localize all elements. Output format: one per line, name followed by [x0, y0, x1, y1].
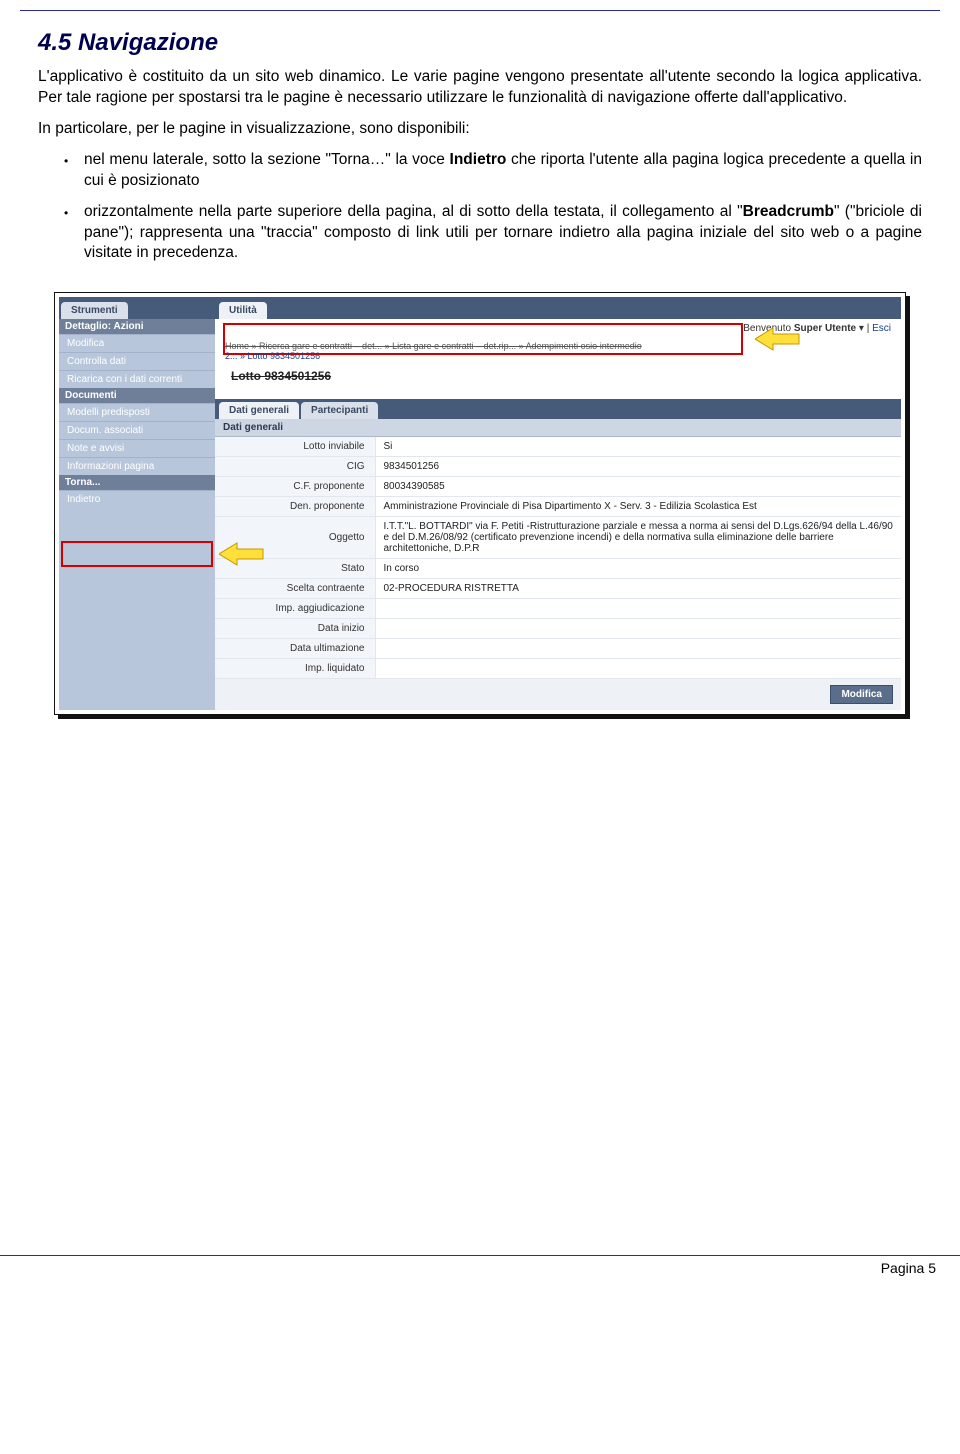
breadcrumb-line2-pre[interactable]: 2... »: [225, 351, 248, 361]
bullet2-bold: Breadcrumb: [743, 203, 834, 220]
row-value: Si: [375, 437, 901, 457]
sidebar-group-azioni: Dettaglio: Azioni: [59, 319, 215, 334]
row-value: In corso: [375, 559, 901, 579]
top-rule: [20, 10, 940, 11]
sidebar-item-indietro[interactable]: Indietro: [59, 490, 215, 508]
row-value: 9834501256: [375, 457, 901, 477]
table-row: Data ultimazione: [215, 639, 901, 659]
modify-row: Modifica: [215, 679, 901, 710]
row-label: C.F. proponente: [215, 477, 375, 497]
chevron-down-icon[interactable]: ▾: [859, 323, 864, 334]
row-value: [375, 639, 901, 659]
footer-label: Pagina: [881, 1260, 925, 1276]
row-label: Scelta contraente: [215, 579, 375, 599]
bullet-item-1: nel menu laterale, sotto la sezione "Tor…: [64, 150, 922, 192]
details-tbody: Lotto inviabileSi CIG9834501256 C.F. pro…: [215, 437, 901, 679]
row-value: Amministrazione Provinciale di Pisa Dipa…: [375, 497, 901, 517]
sidebar-item-ricarica[interactable]: Ricarica con i dati correnti: [59, 370, 215, 388]
logout-link[interactable]: Esci: [872, 323, 891, 334]
sidebar-item-docum[interactable]: Docum. associati: [59, 421, 215, 439]
bullet2-pre: orizzontalmente nella parte superiore de…: [84, 203, 743, 220]
table-row: Data inizio: [215, 619, 901, 639]
row-label: CIG: [215, 457, 375, 477]
row-value: I.T.T."L. BOTTARDI" via F. Petiti -Ristr…: [375, 517, 901, 559]
top-tab-utilita[interactable]: Utilità: [219, 302, 267, 319]
sidebar-item-controlla[interactable]: Controlla dati: [59, 352, 215, 370]
section-heading: 4.5 Navigazione: [38, 29, 922, 57]
lotto-title: Lotto 9834501256: [225, 369, 885, 383]
section-head-dati: Dati generali: [215, 419, 901, 437]
row-label: Den. proponente: [215, 497, 375, 517]
main-panel: Utilità Benvenuto Super Utente ▾ | Esci …: [215, 297, 901, 710]
table-row: C.F. proponente80034390585: [215, 477, 901, 497]
breadcrumb-current: Lotto 9834501256: [248, 351, 321, 361]
row-value: 02-PROCEDURA RISTRETTA: [375, 579, 901, 599]
breadcrumb[interactable]: Home » Ricerca gare e contratti – det...…: [219, 338, 891, 395]
sidebar-item-note[interactable]: Note e avvisi: [59, 439, 215, 457]
inner-tabs: Dati generali Partecipanti: [215, 399, 901, 419]
sidebar-item-modifica[interactable]: Modifica: [59, 334, 215, 352]
sidebar-group-torna: Torna...: [59, 475, 215, 490]
details-table: Lotto inviabileSi CIG9834501256 C.F. pro…: [215, 437, 901, 679]
sidebar-group-documenti: Documenti: [59, 388, 215, 403]
paragraph-2: In particolare, per le pagine in visuali…: [38, 119, 922, 140]
sidebar-item-info[interactable]: Informazioni pagina: [59, 457, 215, 475]
sidebar-item-modelli[interactable]: Modelli predisposti: [59, 403, 215, 421]
table-row: Den. proponenteAmministrazione Provincia…: [215, 497, 901, 517]
userbar-username: Super Utente: [794, 323, 856, 334]
row-value: [375, 599, 901, 619]
page-footer: Pagina 5: [0, 1255, 960, 1286]
bullet-item-2: orizzontalmente nella parte superiore de…: [64, 202, 922, 265]
row-label: Data inizio: [215, 619, 375, 639]
sidebar: Strumenti Dettaglio: Azioni Modifica Con…: [59, 297, 215, 710]
bullet-list: nel menu laterale, sotto la sezione "Tor…: [38, 150, 922, 265]
top-tab-strumenti[interactable]: Strumenti: [61, 302, 128, 319]
row-label: Imp. liquidato: [215, 659, 375, 679]
row-label: Data ultimazione: [215, 639, 375, 659]
modify-button[interactable]: Modifica: [830, 685, 893, 704]
paragraph-1: L'applicativo è costituito da un sito we…: [38, 67, 922, 109]
arrow-callout-indietro: [219, 541, 265, 567]
breadcrumb-line1[interactable]: Home » Ricerca gare e contratti – det...…: [225, 341, 642, 351]
footer-page-number: 5: [928, 1260, 936, 1276]
bullet1-pre: nel menu laterale, sotto la sezione "Tor…: [84, 151, 450, 168]
table-row: Imp. aggiudicazione: [215, 599, 901, 619]
embedded-screenshot: Strumenti Dettaglio: Azioni Modifica Con…: [54, 292, 906, 715]
table-row: CIG9834501256: [215, 457, 901, 477]
table-row: StatoIn corso: [215, 559, 901, 579]
tab-partecipanti[interactable]: Partecipanti: [301, 402, 378, 419]
row-value: [375, 619, 901, 639]
table-row: Scelta contraente02-PROCEDURA RISTRETTA: [215, 579, 901, 599]
row-value: [375, 659, 901, 679]
document-body: 4.5 Navigazione L'applicativo è costitui…: [0, 29, 960, 715]
row-label: Lotto inviabile: [215, 437, 375, 457]
bullet1-bold: Indietro: [450, 151, 507, 168]
row-value: 80034390585: [375, 477, 901, 497]
table-row: OggettoI.T.T."L. BOTTARDI" via F. Petiti…: [215, 517, 901, 559]
table-row: Imp. liquidato: [215, 659, 901, 679]
table-row: Lotto inviabileSi: [215, 437, 901, 457]
row-label: Imp. aggiudicazione: [215, 599, 375, 619]
tab-dati-generali[interactable]: Dati generali: [219, 402, 299, 419]
